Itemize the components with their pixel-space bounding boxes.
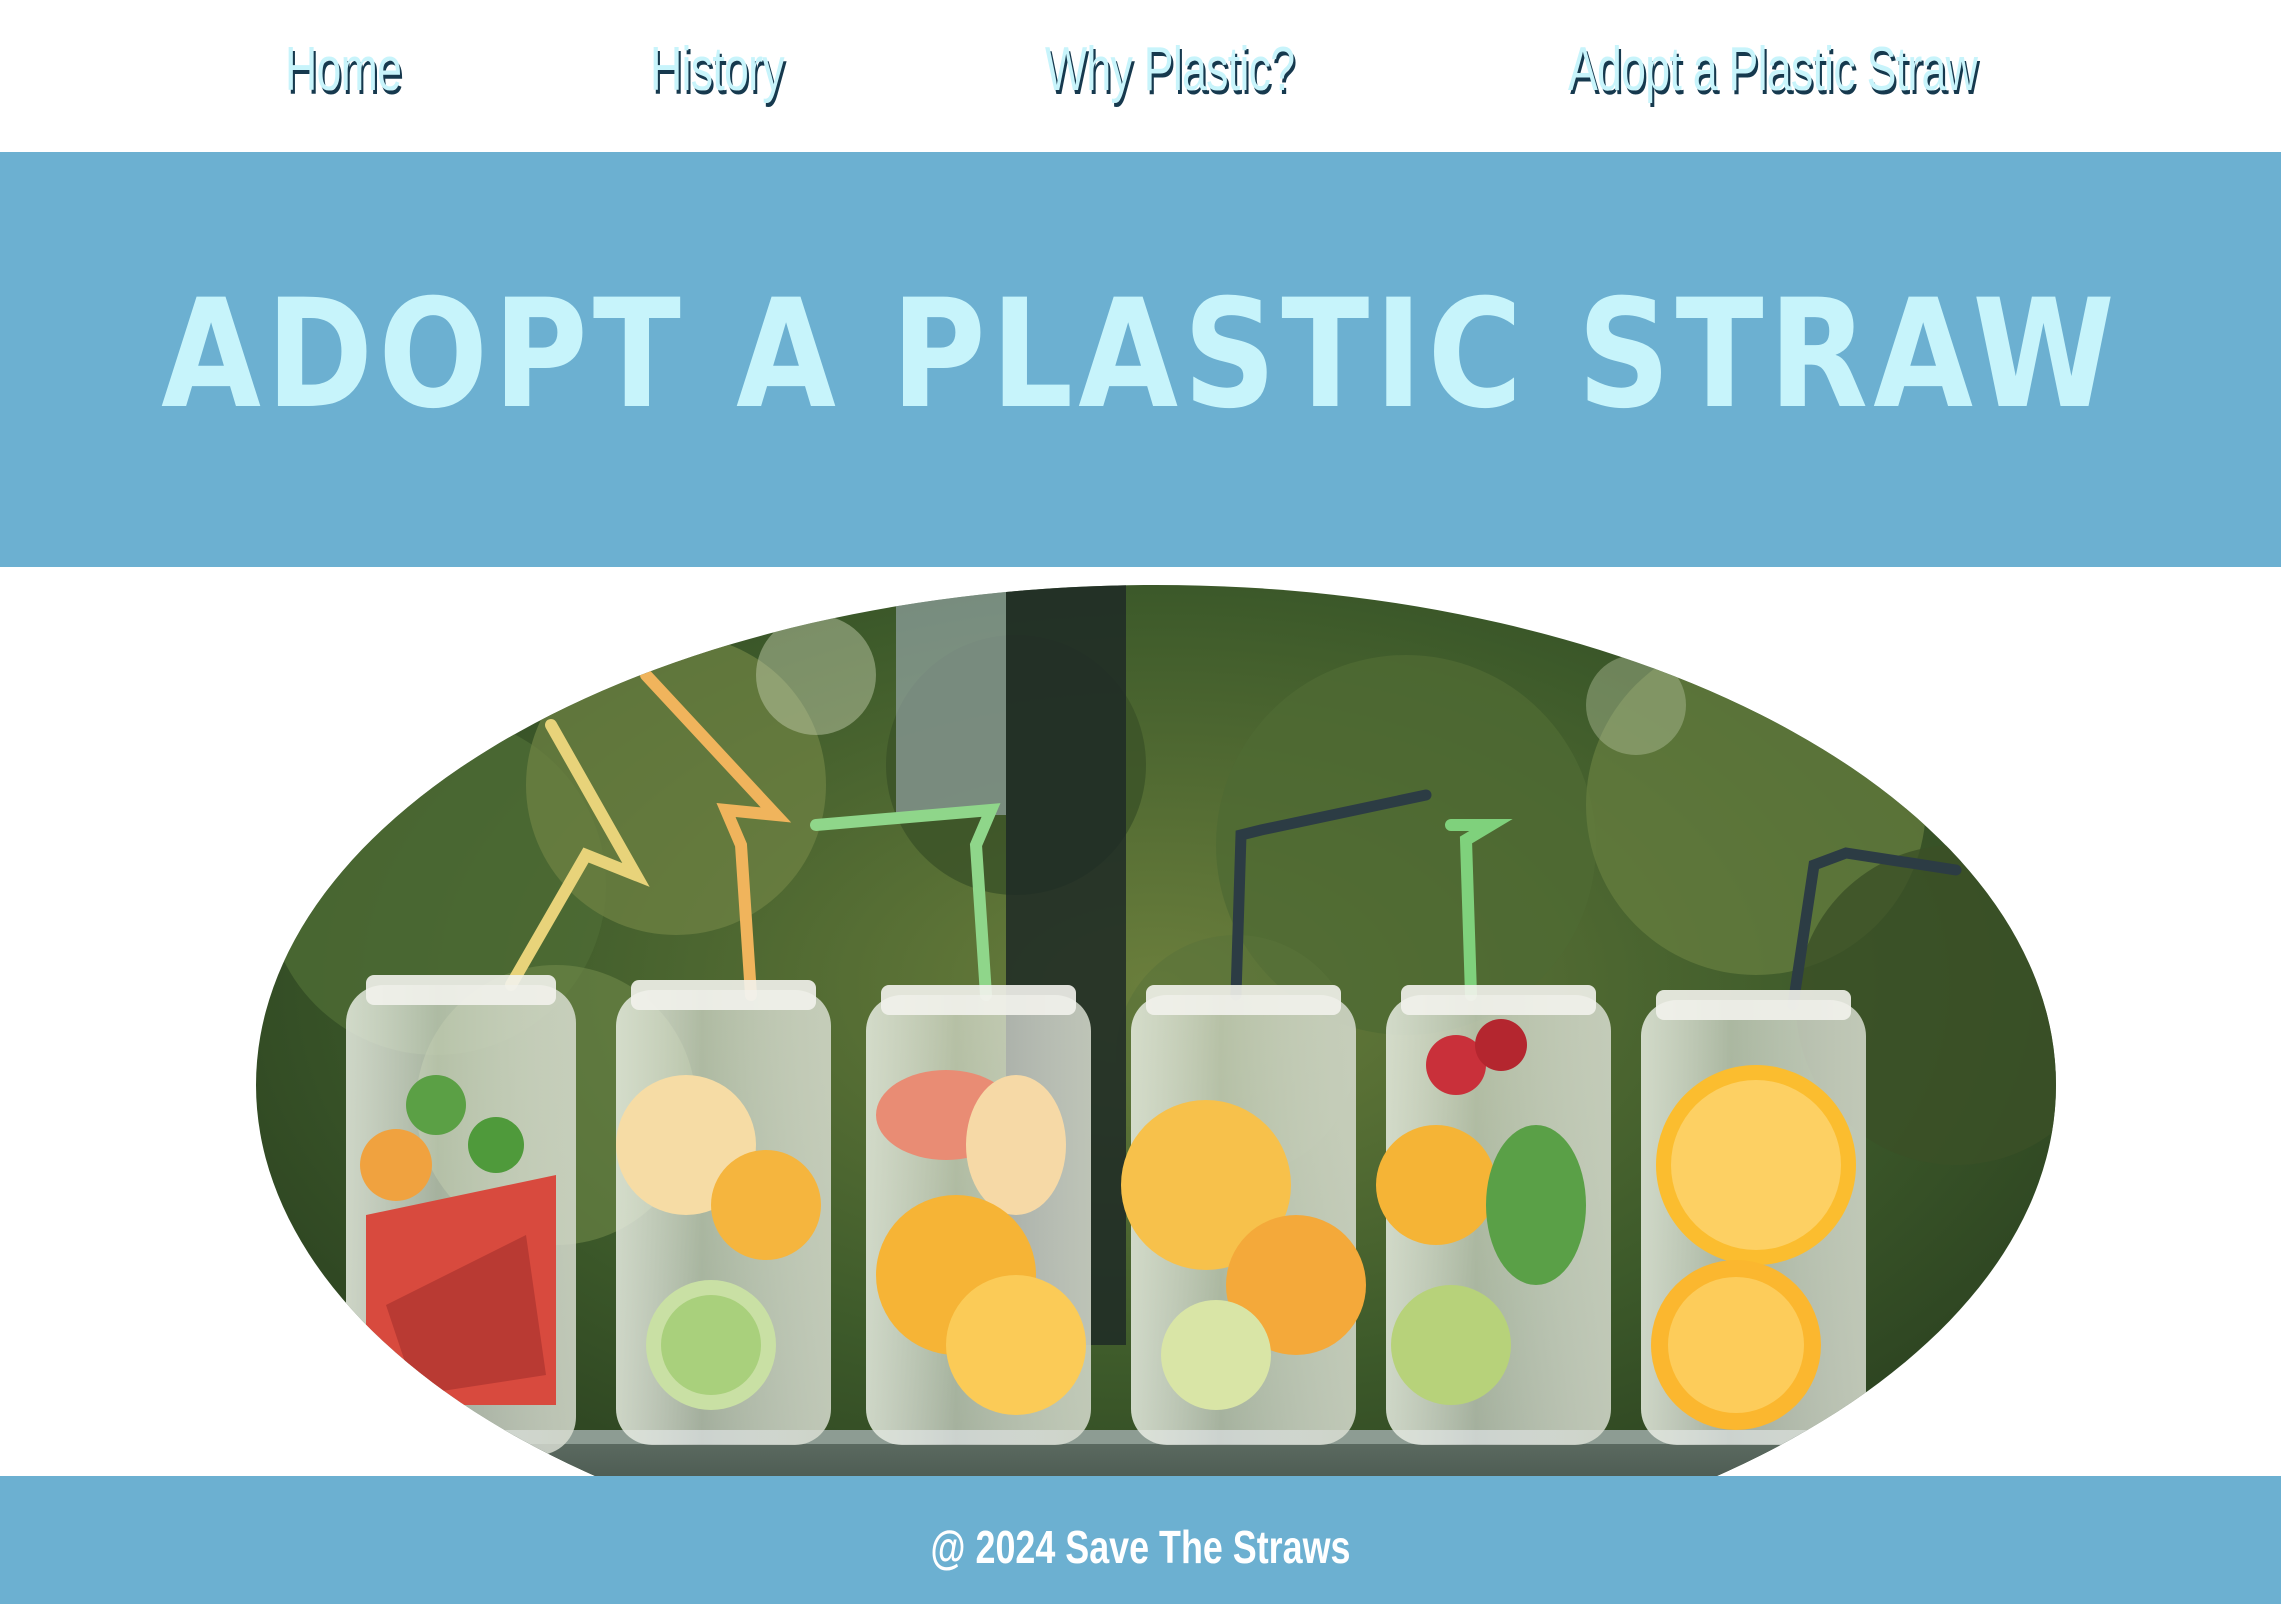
photo-section bbox=[0, 567, 2281, 1476]
top-navigation: Home History Why Plastic? Adopt a Plasti… bbox=[0, 0, 2281, 152]
copyright-text: @ 2024 Save The Straws bbox=[930, 1521, 1351, 1573]
nav-link-why-plastic[interactable]: Why Plastic? bbox=[1045, 34, 1295, 105]
hero-title: ADOPT A PLASTIC STRAW bbox=[161, 268, 2120, 442]
nav-link-home[interactable]: Home bbox=[285, 34, 402, 105]
mason-jars-photo bbox=[256, 585, 2056, 1476]
footer: @ 2024 Save The Straws bbox=[0, 1476, 2281, 1604]
hero-banner: ADOPT A PLASTIC STRAW bbox=[0, 152, 2281, 567]
nav-link-adopt-straw[interactable]: Adopt a Plastic Straw bbox=[1568, 34, 1978, 105]
nav-link-history[interactable]: History bbox=[650, 34, 785, 105]
